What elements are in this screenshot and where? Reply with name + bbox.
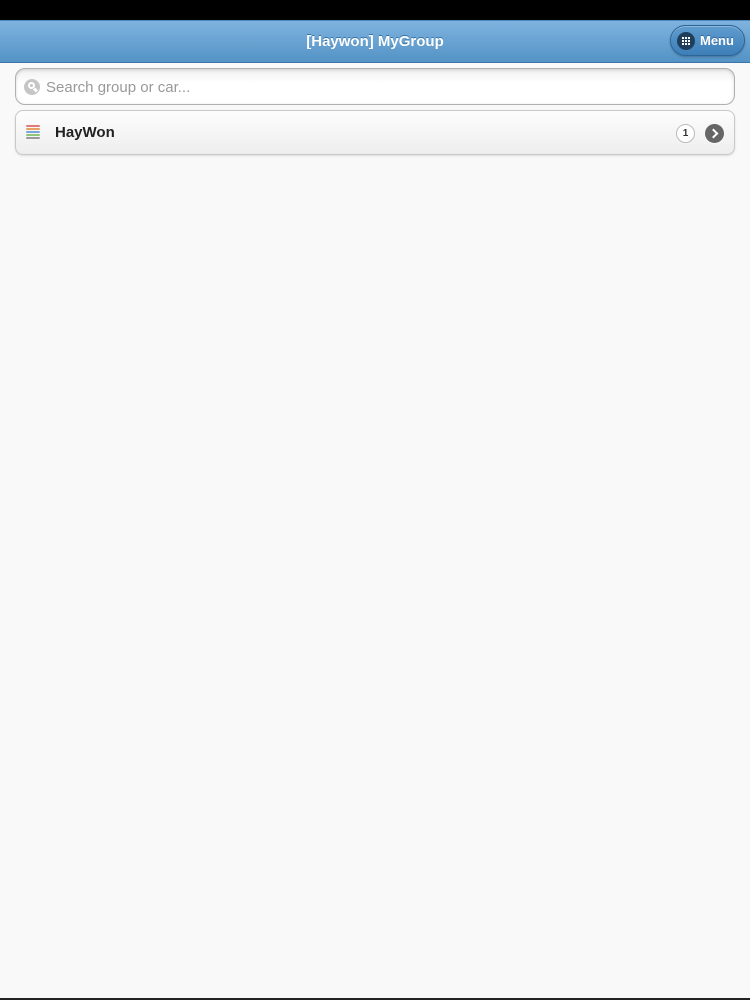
- header-bar: [Haywon] MyGroup Menu: [0, 20, 750, 63]
- search-input[interactable]: [46, 74, 716, 100]
- group-list: HayWon 1: [15, 110, 735, 155]
- list-item-haywon[interactable]: HayWon 1: [15, 110, 735, 155]
- grid-icon: [677, 32, 695, 50]
- search-icon: [24, 79, 40, 95]
- status-bar: [0, 0, 750, 20]
- search-box[interactable]: [15, 68, 735, 105]
- count-badge: 1: [676, 124, 695, 143]
- chevron-right-icon[interactable]: [705, 124, 724, 143]
- list-item-label: HayWon: [55, 124, 115, 141]
- group-icon: [26, 125, 40, 141]
- menu-button[interactable]: Menu: [670, 25, 745, 56]
- menu-button-label: Menu: [700, 33, 734, 48]
- page-title: [Haywon] MyGroup: [306, 33, 444, 50]
